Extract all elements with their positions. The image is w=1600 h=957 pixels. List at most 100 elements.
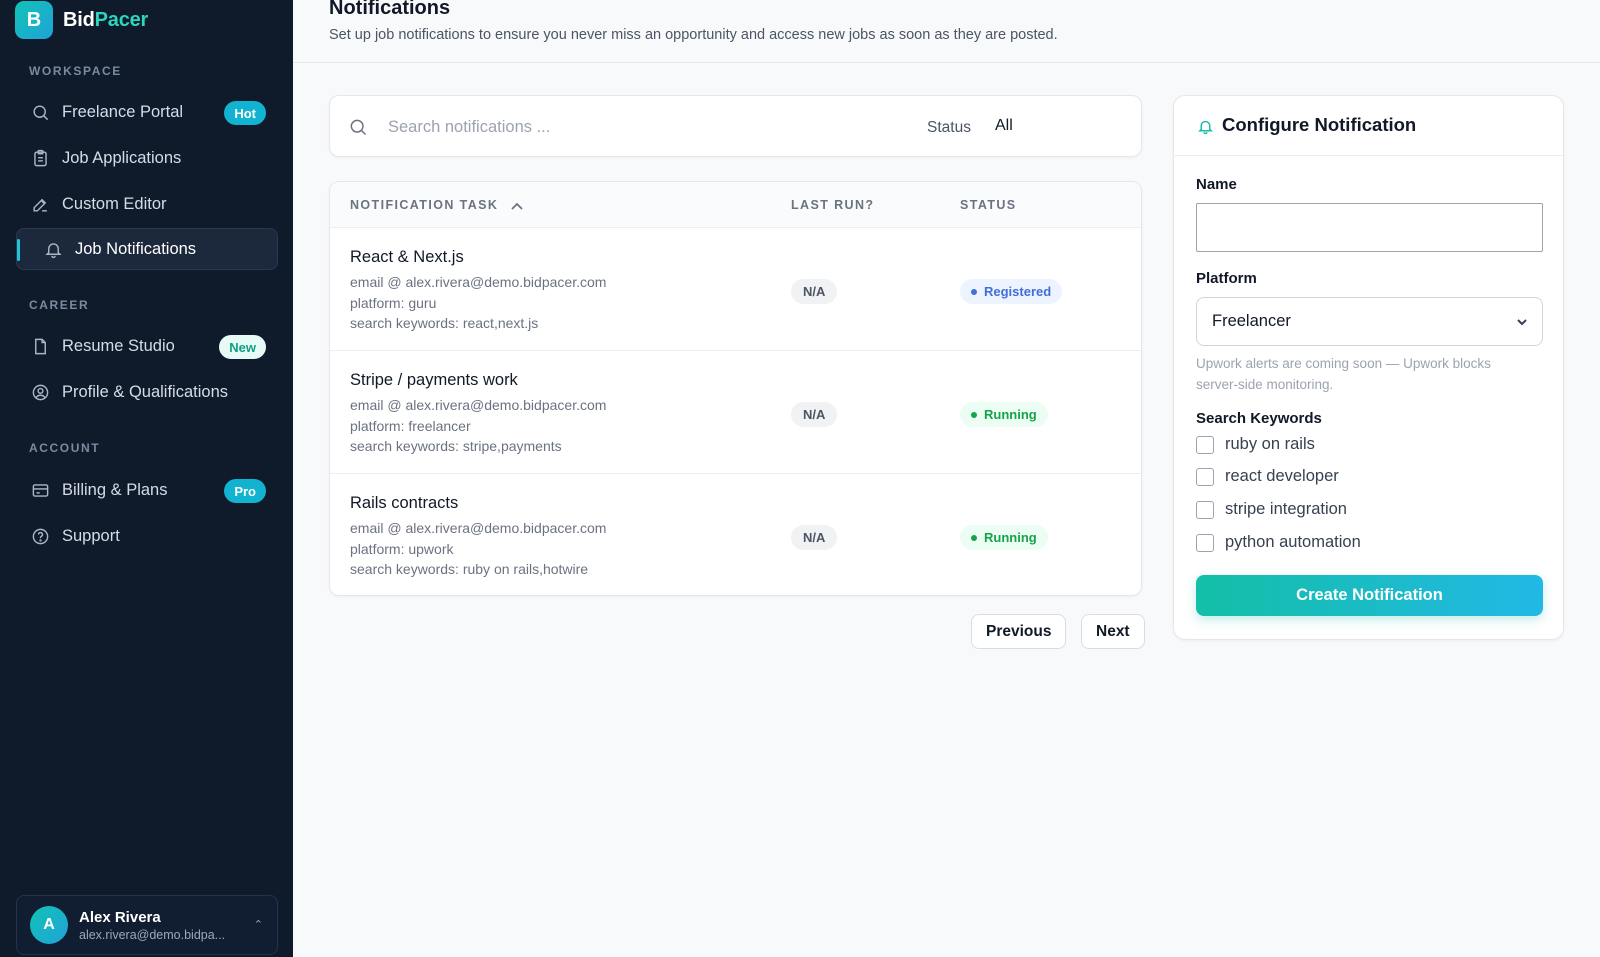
chevron-up-icon: ⌃ — [253, 919, 263, 931]
keyword-option-label: stripe integration — [1225, 500, 1347, 518]
notification-title: Stripe / payments work — [350, 371, 518, 389]
configure-notification-panel: Configure Notification Name Platform Fre… — [1173, 95, 1564, 640]
user-email: alex.rivera@demo.bidpa... — [79, 927, 226, 942]
user-circle-icon — [30, 382, 50, 402]
keyword-checkbox[interactable] — [1196, 533, 1214, 552]
status-badge-label: Running — [984, 530, 1037, 545]
sidebar-item-label: Job Applications — [62, 148, 182, 167]
brand-logo-icon: B — [15, 1, 53, 39]
notifications-table: NOTIFICATION TASK LAST RUN? STATUS React… — [329, 181, 1142, 596]
notification-platform: platform: freelancer — [350, 418, 471, 434]
platform-select-value: Freelancer — [1212, 312, 1291, 330]
sidebar-item-label: Profile & Qualifications — [62, 382, 228, 401]
notification-title: React & Next.js — [350, 248, 464, 266]
help-circle-icon — [30, 526, 50, 546]
sort-ascending-icon — [510, 200, 524, 214]
chevron-down-icon — [1515, 315, 1529, 334]
brand[interactable]: B BidPacer — [15, 1, 148, 39]
credit-card-icon — [30, 480, 50, 500]
status-badge-label: Running — [984, 407, 1037, 422]
column-header-task[interactable]: NOTIFICATION TASK — [350, 198, 524, 214]
table-row[interactable]: Rails contracts email @ alex.rivera@demo… — [330, 474, 1141, 595]
notification-email: email @ alex.rivera@demo.bidpacer.com — [350, 520, 607, 536]
name-input[interactable] — [1196, 203, 1543, 252]
status-dot-icon — [971, 534, 977, 541]
last-run-badge: N/A — [791, 279, 838, 304]
status-dot-icon — [971, 411, 977, 418]
notification-email: email @ alex.rivera@demo.bidpacer.com — [350, 274, 607, 290]
sidebar-item-profile-qualifications[interactable]: Profile & Qualifications — [16, 371, 278, 413]
search-icon — [348, 117, 368, 137]
status-badge: Registered — [960, 279, 1063, 304]
notification-keywords: search keywords: stripe,payments — [350, 438, 562, 454]
brand-name: BidPacer — [63, 9, 148, 32]
keywords-label: Search Keywords — [1196, 410, 1322, 427]
column-header-status: STATUS — [960, 198, 1017, 212]
sidebar-item-label: Support — [62, 526, 120, 545]
search-bar: Status All — [329, 95, 1142, 157]
bell-icon — [43, 239, 63, 259]
panel-header: Configure Notification — [1174, 96, 1563, 156]
table-row[interactable]: Stripe / payments work email @ alex.rive… — [330, 351, 1141, 474]
page-title: Notifications — [329, 0, 451, 19]
column-header-label: NOTIFICATION TASK — [350, 198, 499, 212]
section-label-career: CAREER — [29, 298, 90, 312]
new-badge: New — [219, 335, 266, 359]
search-input[interactable] — [388, 110, 868, 144]
status-badge: Running — [960, 525, 1048, 550]
section-label-workspace: WORKSPACE — [29, 64, 122, 78]
sidebar-item-label: Job Notifications — [75, 239, 197, 258]
keyword-checkbox[interactable] — [1196, 500, 1214, 519]
sidebar-item-job-applications[interactable]: Job Applications — [16, 137, 278, 179]
document-icon — [30, 336, 50, 356]
header-divider — [293, 62, 1600, 63]
edit-icon — [30, 194, 50, 214]
panel-title: Configure Notification — [1222, 114, 1417, 135]
avatar: A — [30, 906, 68, 944]
page-subtitle: Set up job notifications to ensure you n… — [329, 27, 1058, 43]
keyword-option[interactable]: ruby on rails — [1196, 435, 1315, 454]
sidebar-item-label: Custom Editor — [62, 194, 167, 213]
bell-icon — [1197, 118, 1214, 140]
sidebar-item-label: Freelance Portal — [62, 102, 184, 121]
platform-label: Platform — [1196, 270, 1257, 287]
sidebar-item-label: Billing & Plans — [62, 480, 168, 499]
notification-platform: platform: upwork — [350, 541, 454, 557]
last-run-badge: N/A — [791, 525, 838, 550]
keyword-checkbox[interactable] — [1196, 435, 1214, 454]
hot-badge: Hot — [224, 101, 266, 125]
status-filter-label: Status — [927, 119, 971, 136]
next-page-button[interactable]: Next — [1081, 614, 1145, 649]
status-filter-select[interactable]: All — [995, 117, 1013, 135]
keyword-option-label: react developer — [1225, 467, 1339, 485]
sidebar-item-resume-studio[interactable]: Resume Studio New — [16, 325, 278, 367]
sidebar-item-billing-plans[interactable]: Billing & Plans Pro — [16, 469, 278, 511]
sidebar-item-freelance-portal[interactable]: Freelance Portal Hot — [16, 91, 278, 133]
sidebar-item-label: Resume Studio — [62, 336, 175, 355]
create-notification-button[interactable]: Create Notification — [1196, 575, 1543, 616]
previous-page-button[interactable]: Previous — [971, 614, 1067, 649]
keyword-option[interactable]: react developer — [1196, 467, 1339, 486]
keyword-option[interactable]: stripe integration — [1196, 500, 1347, 519]
sidebar: B BidPacer WORKSPACE Freelance Portal Ho… — [0, 0, 293, 957]
sidebar-item-job-notifications[interactable]: Job Notifications — [16, 228, 278, 270]
pro-badge: Pro — [224, 479, 266, 503]
brand-name-part1: Bid — [63, 8, 95, 31]
user-menu[interactable]: A Alex Rivera alex.rivera@demo.bidpa... … — [16, 895, 278, 955]
keyword-option[interactable]: python automation — [1196, 533, 1361, 552]
search-icon — [30, 102, 50, 122]
keyword-checkbox[interactable] — [1196, 467, 1214, 486]
keyword-option-label: ruby on rails — [1225, 435, 1315, 453]
sidebar-item-support[interactable]: Support — [16, 515, 278, 557]
status-badge-label: Registered — [984, 284, 1052, 299]
notification-keywords: search keywords: react,next.js — [350, 315, 539, 331]
table-row[interactable]: React & Next.js email @ alex.rivera@demo… — [330, 228, 1141, 351]
user-name: Alex Rivera — [79, 908, 161, 926]
platform-helper-text: Upwork alerts are coming soon — Upwork b… — [1196, 356, 1491, 392]
last-run-badge: N/A — [791, 402, 838, 427]
sidebar-item-custom-editor[interactable]: Custom Editor — [16, 183, 278, 225]
platform-select[interactable]: Freelancer — [1196, 297, 1543, 346]
name-label: Name — [1196, 176, 1237, 193]
notification-title: Rails contracts — [350, 494, 459, 512]
keyword-option-label: python automation — [1225, 533, 1361, 551]
